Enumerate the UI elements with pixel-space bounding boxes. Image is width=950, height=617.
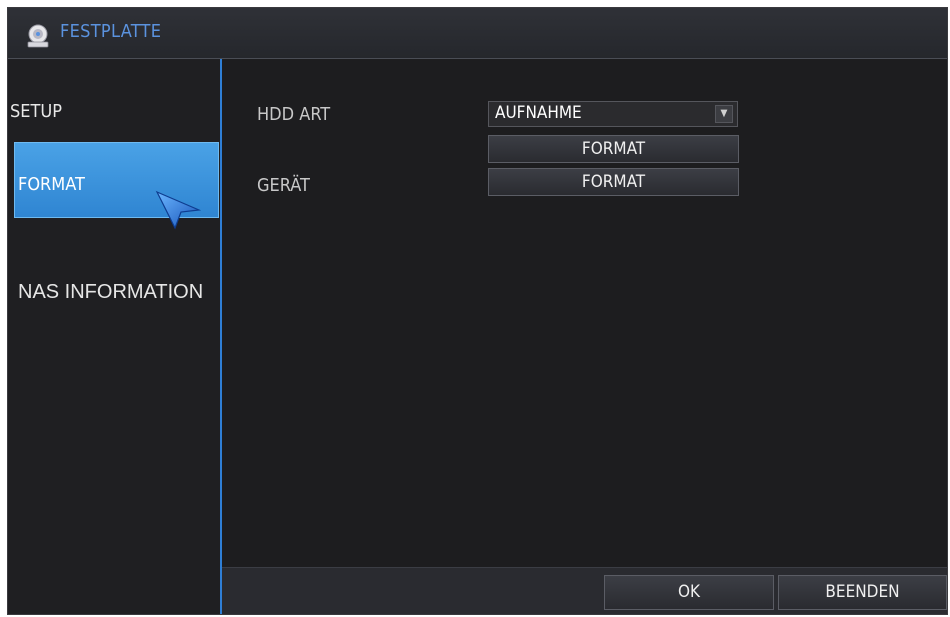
sidebar-item-format[interactable]: FORMAT [14, 142, 219, 230]
sidebar: SETUP FORMAT NAS INFORMATION [8, 59, 222, 614]
disk-icon [27, 24, 49, 48]
format-button-device[interactable]: FORMAT [488, 168, 739, 196]
ok-button[interactable]: OK [604, 575, 774, 610]
device-label: GERÄT [257, 175, 310, 196]
chevron-down-icon[interactable]: ▼ [715, 105, 733, 123]
sidebar-item-format-label: FORMAT [18, 174, 85, 195]
pointer-cursor-icon [155, 190, 201, 230]
hdd-type-value: AUFNAHME [495, 103, 582, 123]
festplatte-window: FESTPLATTE SETUP FORMAT NAS INFORMATION … [7, 7, 948, 615]
hdd-type-label: HDD ART [257, 104, 331, 125]
sidebar-item-nas-information[interactable]: NAS INFORMATION [18, 281, 230, 304]
window-title: FESTPLATTE [60, 21, 162, 42]
main-panel: HDD ART AUFNAHME ▼ FORMAT GERÄT FORMAT O… [222, 59, 947, 614]
hdd-type-select[interactable]: AUFNAHME ▼ [488, 101, 738, 127]
title-bar: FESTPLATTE [8, 8, 947, 59]
format-button-hdd-type[interactable]: FORMAT [488, 135, 739, 163]
exit-button[interactable]: BEENDEN [778, 575, 947, 610]
footer-bar: OK BEENDEN [222, 567, 947, 614]
sidebar-item-setup[interactable]: SETUP [10, 101, 222, 122]
